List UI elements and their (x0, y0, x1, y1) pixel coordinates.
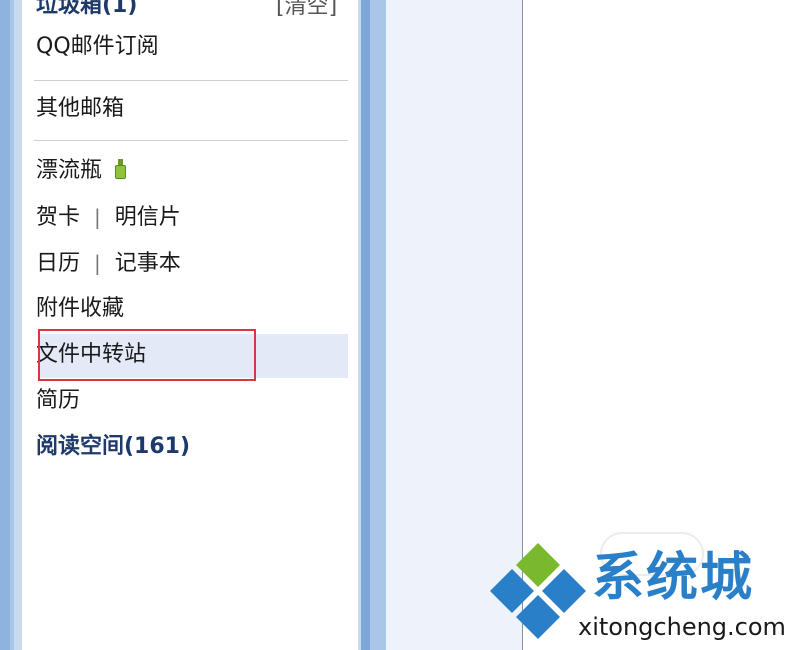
sidebar-row-calendar: 日历 | 记事本 (36, 243, 336, 283)
watermark-logo-icon (490, 543, 586, 639)
sidebar-item-postcards[interactable]: 明信片 (115, 198, 181, 238)
sidebar-item-resume[interactable]: 简历 (36, 381, 336, 421)
empty-trash-link[interactable]: [清空] (276, 0, 337, 27)
separator: | (94, 205, 101, 229)
sidebar-item-calendar[interactable]: 日历 (36, 244, 80, 284)
sidebar-item-label: 漂流瓶 (36, 158, 103, 183)
sidebar-item-attachments[interactable]: 附件收藏 (36, 289, 336, 329)
sidebar-item-notepad[interactable]: 记事本 (115, 244, 181, 284)
sidebar-item-reading-space[interactable]: 阅读空间(161) (36, 427, 336, 467)
highlight-annotation-box (38, 329, 256, 381)
sidebar-item-greeting-cards[interactable]: 贺卡 (36, 198, 80, 238)
sidebar-item-label: 阅读空间(161) (36, 434, 191, 459)
bottle-icon (115, 159, 127, 179)
separator: | (94, 251, 101, 275)
watermark-url-text: xitongcheng.com (578, 613, 786, 641)
sidebar-item-label: QQ邮件订阅 (36, 34, 159, 59)
sidebar-item-qq-subscription[interactable]: QQ邮件订阅 (36, 27, 336, 67)
watermark-brand-text: 系统城 (592, 548, 755, 608)
sidebar-divider (34, 80, 348, 81)
sidebar-item-label: 垃圾箱(1) (36, 0, 138, 18)
sidebar-item-other-mailboxes[interactable]: 其他邮箱 (36, 89, 336, 129)
splitter-bar[interactable] (358, 0, 386, 650)
sidebar-item-label: 简历 (36, 388, 81, 413)
sidebar-item-label: 附件收藏 (36, 296, 125, 321)
sidebar-divider (34, 140, 348, 141)
sidebar-item-drift-bottle[interactable]: 漂流瓶 (36, 151, 336, 191)
sidebar-item-label: 其他邮箱 (36, 96, 125, 121)
sidebar-row-cards: 贺卡 | 明信片 (36, 197, 336, 237)
window-frame-left (0, 0, 22, 650)
